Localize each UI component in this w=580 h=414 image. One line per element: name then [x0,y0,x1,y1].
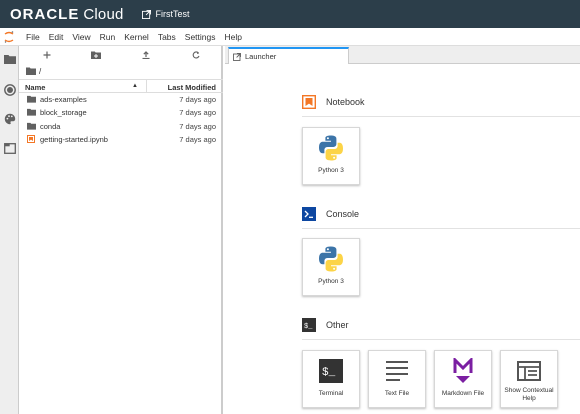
tab-launcher[interactable]: Launcher [228,47,349,64]
text-file-icon [369,357,425,385]
breadcrumb: / [26,65,41,77]
left-sidebar-rail [0,46,19,414]
menu-edit[interactable]: Edit [49,32,64,42]
card-label: Python 3 [318,167,344,174]
project-link[interactable]: FirstTest [141,9,190,19]
menu-run[interactable]: Run [100,32,116,42]
oracle-cloud-logo: ORACLE Cloud [10,6,124,23]
terminal-card[interactable]: $_ Terminal [302,350,360,408]
file-list-item[interactable]: getting-started.ipynb 7 days ago [19,133,223,146]
section-divider [302,228,580,229]
upload-icon [142,50,150,59]
main-tab-bar: Launcher [225,46,580,64]
python-logo-icon [303,245,359,273]
sort-ascending-icon[interactable]: ▲ [132,83,138,89]
file-modified: 7 days ago [179,95,216,104]
jupyter-logo-icon [0,28,18,46]
file-name: block_storage [40,108,87,117]
menu-tabs[interactable]: Tabs [158,32,176,42]
notebook-section-title: Notebook [326,97,365,107]
palette-icon[interactable] [3,112,16,125]
file-list-item[interactable]: ads-examples 7 days ago [19,93,223,106]
column-last-modified[interactable]: Last Modified [168,83,216,92]
folder-icon [27,122,36,130]
menu-settings[interactable]: Settings [185,32,216,42]
folder-icon [27,108,36,116]
file-list-item[interactable]: block_storage 7 days ago [19,106,223,119]
console-icon [302,207,316,221]
section-divider [302,116,580,117]
file-browser-panel: / Name ▲ Last Modified ads-examples 7 da… [19,46,223,414]
menu-view[interactable]: View [72,32,90,42]
other-section-header: $_ Other [302,318,349,332]
card-label: Text File [384,390,410,397]
brand-bold: ORACLE [10,5,80,23]
plus-icon [43,51,51,58]
launcher-panel: Notebook Python 3 Console Python 3 $_ Ot… [225,64,580,414]
file-browser-toolbar [19,46,223,63]
markdown-icon [435,357,491,385]
notebook-section-header: Notebook [302,95,365,109]
folder-icon [27,95,36,103]
notebook-icon [302,95,316,109]
file-name: conda [40,122,61,131]
card-label: Terminal [318,390,344,397]
launcher-tab-icon [233,52,241,61]
markdown-file-card[interactable]: Markdown File [434,350,492,408]
terminal-icon: $_ [303,357,359,385]
new-folder-icon [91,51,101,59]
folder-icon[interactable] [3,52,16,65]
refresh-icon [192,50,200,59]
notebook-python3-card[interactable]: Python 3 [302,127,360,185]
console-section-header: Console [302,207,359,221]
folder-icon[interactable] [26,67,36,75]
card-label: Show Contextual Help [504,387,554,402]
refresh-button[interactable] [189,49,203,60]
menu-file[interactable]: File [26,32,40,42]
external-link-icon [141,9,151,19]
tabs-icon[interactable] [3,142,16,155]
file-modified: 7 days ago [179,135,216,144]
svg-text:$_: $_ [322,367,336,379]
upload-button[interactable] [139,49,153,60]
console-python3-card[interactable]: Python 3 [302,238,360,296]
brand-light: Cloud [83,5,124,23]
terminal-icon: $_ [302,318,316,332]
other-section-title: Other [326,320,349,330]
menu-bar: File Edit View Run Kernel Tabs Settings … [0,28,580,46]
new-launcher-button[interactable] [40,49,54,60]
file-list-item[interactable]: conda 7 days ago [19,120,223,133]
notebook-file-icon [27,135,35,143]
file-modified: 7 days ago [179,122,216,131]
column-name[interactable]: Name [25,83,45,92]
section-divider [302,339,580,340]
console-section-title: Console [326,209,360,219]
new-folder-button[interactable] [89,49,103,60]
card-label: Markdown File [441,390,485,397]
column-divider [146,80,147,92]
file-name: getting-started.ipynb [40,135,108,144]
svg-text:$_: $_ [304,323,313,331]
file-modified: 7 days ago [179,108,216,117]
top-bar: ORACLE Cloud FirstTest [0,0,580,28]
running-kernels-icon[interactable] [3,83,16,96]
contextual-help-card[interactable]: Show Contextual Help [500,350,558,408]
card-label: Python 3 [318,278,344,285]
menu-kernel[interactable]: Kernel [124,32,149,42]
file-name: ads-examples [40,95,87,104]
breadcrumb-path[interactable]: / [39,67,41,76]
python-logo-icon [303,134,359,162]
contextual-help-icon [501,357,557,385]
project-name: FirstTest [155,9,190,19]
tab-label: Launcher [245,52,277,61]
file-list-header: Name ▲ Last Modified [19,79,223,93]
menu-help[interactable]: Help [225,32,242,42]
text-file-card[interactable]: Text File [368,350,426,408]
